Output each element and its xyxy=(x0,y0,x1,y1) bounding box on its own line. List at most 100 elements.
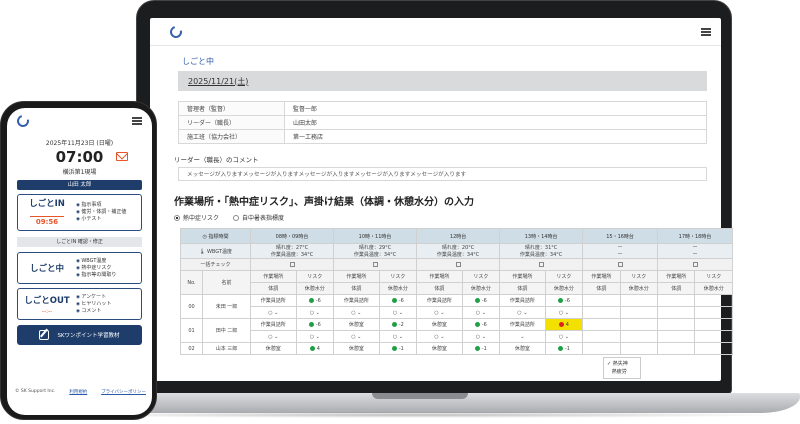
place-select[interactable]: 作業員詰所 xyxy=(250,318,297,331)
place-select[interactable]: 作業員詰所 xyxy=(499,318,546,331)
bulk-checkbox[interactable] xyxy=(333,258,418,271)
app-logo-icon[interactable] xyxy=(167,23,185,40)
cond-select[interactable]: ○ ⌄ xyxy=(250,306,297,319)
work-in-card[interactable]: しごとIN 09:56 指示事項 健労・体調・補正値 小テスト xyxy=(17,194,142,231)
worker-row: 02 山本 三郎 休憩室 4 休憩室 -1 休憩室 -1 休憩室 -1 xyxy=(180,342,733,355)
bulk-checkbox[interactable] xyxy=(249,258,335,271)
place-select[interactable]: 作業員詰所 xyxy=(499,294,546,307)
work-out-card[interactable]: しごとOUT --:-- アンケート ヒヤリハット コメント xyxy=(17,288,142,320)
risk-cell: 4 xyxy=(295,342,335,355)
place-select[interactable]: 休憩室 xyxy=(250,342,297,355)
radio-label: 熱中症リスク xyxy=(183,215,220,222)
worker-status-row: ○ ⌄ ○ ⌄ ○ ⌄ ○ ⌄ ○ ⌄ ○ ⌄ ○ ⌄ ○ ⌄ xyxy=(181,306,733,319)
cond-select[interactable]: ○ ⌄ xyxy=(333,306,380,319)
cond-select[interactable]: ○ ⌄ xyxy=(499,306,546,319)
empty-cell xyxy=(582,306,621,319)
mail-icon[interactable] xyxy=(116,152,128,161)
dropdown-option-label: 熱失神 xyxy=(612,361,628,367)
product-showcase: しごと中 2025/11/21(土) 管理者（監督） 監督一郎 リーダー（職長）山… xyxy=(0,0,800,424)
privacy-link[interactable]: プライバシーポリシー xyxy=(101,389,146,395)
col-place: 作業場所 xyxy=(333,270,380,283)
hamburger-menu-icon[interactable] xyxy=(701,27,711,36)
wbgt-value: 作業員温度：34°C xyxy=(436,252,480,258)
empty-cell xyxy=(619,306,659,319)
place-select[interactable]: 休憩室 xyxy=(499,342,546,355)
time-row: ◷ 指標時間 08時・09時台 10時・11時台 12時台 13時・14時台 1… xyxy=(180,228,733,244)
empty-cell xyxy=(657,306,696,319)
cond-select[interactable]: ⌄ xyxy=(499,330,546,343)
dropdown-option[interactable]: 熱疲労 xyxy=(607,368,637,376)
list-item[interactable]: 熱中症リスク xyxy=(76,265,116,272)
place-select[interactable]: 作業員詰所 xyxy=(333,294,380,307)
date-bar: 2025/11/21(土) xyxy=(178,71,707,91)
list-item[interactable]: 指示等の聞取り xyxy=(76,272,116,279)
bulk-checkbox[interactable] xyxy=(416,258,501,271)
risk-cell-alert: 4 xyxy=(544,318,584,331)
bulk-checkbox[interactable] xyxy=(657,258,733,271)
hamburger-menu-icon[interactable] xyxy=(132,117,142,125)
phone-user: 山田 太郎 xyxy=(17,180,142,190)
empty-cell xyxy=(582,294,621,307)
water-select[interactable]: ○ ⌄ xyxy=(295,330,335,343)
checkbox-icon xyxy=(538,261,544,267)
place-select[interactable]: 休憩室 xyxy=(333,342,380,355)
place-select[interactable]: 休憩室 xyxy=(416,342,463,355)
list-item[interactable]: アンケート xyxy=(76,294,111,301)
water-select[interactable]: ○ ⌄ xyxy=(295,306,335,319)
place-select[interactable]: 休憩室 xyxy=(416,318,463,331)
place-select[interactable]: 作業員詰所 xyxy=(250,294,297,307)
leader-message: メッセージが入りますメッセージが入りますメッセージが入りますメッセージが入ります… xyxy=(178,167,707,181)
info-row: 管理者（監督） 監督一郎 xyxy=(178,101,707,116)
bulk-checkbox[interactable] xyxy=(499,258,584,271)
cond-select[interactable]: ○ ⌄ xyxy=(416,330,463,343)
risk-cell: -6 xyxy=(461,294,501,307)
time-slot: 15・16時台 xyxy=(582,228,659,244)
risk-green-icon xyxy=(308,297,314,303)
water-select[interactable]: ○ ⌄ xyxy=(461,306,501,319)
wbgt-value: 作業員温度：34°C xyxy=(270,252,314,258)
sub-header-row: 体調 休憩水分 体調 休憩水分 体調 休憩水分 体調 休憩水分 体調 休憩水分 体調 休憩水… xyxy=(181,282,733,295)
water-select[interactable]: ○ ⌄ xyxy=(378,330,418,343)
list-item[interactable]: コメント xyxy=(76,308,111,315)
water-select[interactable]: ○ ⌄ xyxy=(544,330,584,343)
place-select[interactable]: 作業員詰所 xyxy=(416,294,463,307)
info-label: 管理者（監督） xyxy=(178,101,285,116)
list-item[interactable]: 小テスト xyxy=(76,216,126,223)
work-during-list: WBGT温度 熱中症リスク 指示等の聞取り xyxy=(76,258,116,279)
terms-link[interactable]: 利用規約 xyxy=(69,389,87,395)
bulk-checkbox[interactable] xyxy=(582,258,659,271)
risk-green-icon xyxy=(309,345,315,351)
radio-index[interactable]: 自中暑表指標度 xyxy=(233,213,284,222)
col-risk: リスク xyxy=(461,270,501,283)
wbgt-cell: ーー xyxy=(582,243,659,259)
risk-value: -6 xyxy=(564,297,570,304)
info-table: 管理者（監督） 監督一郎 リーダー（職長） 山田太郎 施工班（協力会社） 第一工務店 xyxy=(178,101,707,144)
learning-material-button[interactable]: SKワンポイント学習教材 xyxy=(17,325,142,345)
water-select[interactable]: ○ ⌄ xyxy=(544,306,584,319)
pen-icon xyxy=(39,330,50,340)
radio-heat-risk[interactable]: 熱中症リスク xyxy=(174,213,219,222)
water-select[interactable]: ○ ⌄ xyxy=(378,306,418,319)
cond-select[interactable]: ○ ⌄ xyxy=(333,330,380,343)
list-item[interactable]: 健労・体調・補正値 xyxy=(76,209,126,216)
dropdown-option[interactable]: ✓ 熱失神 xyxy=(607,360,637,368)
water-select[interactable]: ○ ⌄ xyxy=(461,330,501,343)
work-during-card[interactable]: しごと中 WBGT温度 熱中症リスク 指示等の聞取り xyxy=(17,252,142,284)
time-slot: 08時・09時台 xyxy=(249,228,335,244)
risk-value: 4 xyxy=(565,321,569,328)
work-in-edit-bar[interactable]: しごとIN 確認・修正 xyxy=(17,237,142,247)
condition-dropdown[interactable]: ✓ 熱失神 熱疲労 xyxy=(603,357,641,379)
wbgt-value: 晴れ度：31°C xyxy=(524,245,558,251)
col-cond: 体調 xyxy=(582,282,621,295)
place-select[interactable]: 休憩室 xyxy=(333,318,380,331)
laptop-notch xyxy=(372,393,468,399)
cond-select[interactable]: ○ ⌄ xyxy=(416,306,463,319)
work-in-title: しごとIN xyxy=(29,199,65,209)
list-item[interactable]: 指示事項 xyxy=(76,202,126,209)
worker-status-row: ○ ⌄ ○ ⌄ ○ ⌄ ○ ⌄ ○ ⌄ ○ ⌄ ⌄ ○ ⌄ xyxy=(181,330,733,343)
cond-select[interactable]: ○ ⌄ xyxy=(250,330,297,343)
app-logo-icon[interactable] xyxy=(14,112,32,130)
list-item[interactable]: WBGT温度 xyxy=(76,258,116,265)
phone-time-wrap: 07:00 xyxy=(7,148,152,166)
list-item[interactable]: ヒヤリハット xyxy=(76,301,111,308)
